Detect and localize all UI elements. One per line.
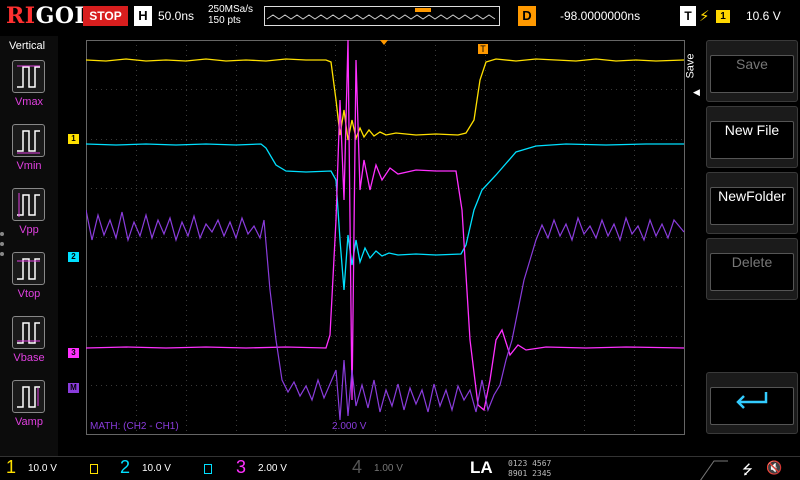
ch4-number: 4 xyxy=(352,457,363,477)
ch3-offset-marker[interactable]: 3 xyxy=(68,348,79,358)
math-scale-label: 2.000 V xyxy=(332,421,367,432)
menu-title: Save xyxy=(684,53,697,79)
measure-vmin[interactable]: Vmin xyxy=(0,124,58,186)
trigger-key[interactable]: T xyxy=(680,6,696,26)
ch1-offset-marker[interactable]: 1 xyxy=(68,134,79,144)
menu-return-icon: ◀ xyxy=(693,88,700,98)
usb-icon: ⭍ xyxy=(742,463,753,478)
ch3-number: 3 xyxy=(236,457,247,477)
ch2-number: 2 xyxy=(120,457,131,477)
soft-menu: Save ◀ Save New File NewFolder Delete xyxy=(684,36,800,456)
channel-status-bar: 1 10.0 V 2 10.0 V 3 2.00 V 4 1.00 V LA 0… xyxy=(0,456,800,480)
memory-depth: 150 pts xyxy=(208,15,241,26)
memory-overview-trace xyxy=(266,8,496,20)
measure-vamp[interactable]: Vamp xyxy=(0,380,58,442)
measure-vpp[interactable]: Vpp xyxy=(0,188,58,250)
new-file-button-label: New File xyxy=(710,121,794,159)
acquisition-info: 250MSa/s 150 pts xyxy=(208,4,253,26)
ch2-coupling-icon xyxy=(204,464,212,474)
measurement-panel-title: Vertical xyxy=(9,40,46,52)
measurement-panel: Vertical Vmax Vmin Vpp Vtop Vbase Vamp xyxy=(0,36,58,456)
ch3-status[interactable]: 3 2.00 V xyxy=(236,457,336,479)
ch2-offset-marker[interactable]: 2 xyxy=(68,252,79,262)
ch2-scale: 10.0 V xyxy=(142,463,171,474)
measure-label: Vtop xyxy=(17,288,41,300)
vmin-icon xyxy=(12,124,45,157)
menu-tab[interactable]: Save ◀ xyxy=(684,40,706,98)
new-folder-button[interactable]: NewFolder xyxy=(706,172,798,234)
math-offset-marker[interactable]: M xyxy=(68,383,79,393)
vamp-icon xyxy=(12,380,45,413)
ch4-scale: 1.00 V xyxy=(374,463,403,474)
save-button-label: Save xyxy=(710,55,794,93)
measure-label: Vmin xyxy=(16,160,42,172)
la-row-2: 8901 2345 xyxy=(508,469,552,478)
ch4-status[interactable]: 4 1.00 V xyxy=(352,457,452,479)
measure-label: Vamp xyxy=(15,416,43,428)
menu-notch-decoration xyxy=(700,460,728,480)
vmax-icon xyxy=(12,60,45,93)
enter-icon xyxy=(710,387,794,425)
la-label[interactable]: LA xyxy=(470,458,493,478)
trigger-level-marker[interactable]: T xyxy=(478,44,488,54)
measure-label: Vbase xyxy=(13,352,45,364)
ch3-scale: 2.00 V xyxy=(258,463,287,474)
speaker-off-icon[interactable]: 🔇 xyxy=(766,461,782,476)
trigger-delay-value: -98.0000000ns xyxy=(560,9,641,23)
timebase-value: 50.0ns xyxy=(158,9,195,23)
sample-rate: 250MSa/s xyxy=(208,4,254,15)
vtop-icon xyxy=(12,252,45,285)
ch1-scale: 10.0 V xyxy=(28,463,57,474)
vbase-icon xyxy=(12,316,45,349)
memory-window-marker xyxy=(415,8,431,12)
measure-vtop[interactable]: Vtop xyxy=(0,252,58,314)
delay-key[interactable]: D xyxy=(518,6,536,26)
top-status-bar: RIGOL STOP H 50.0ns 250MSa/s 150 pts D -… xyxy=(0,0,800,36)
enter-button[interactable] xyxy=(706,372,798,434)
measure-label: Vpp xyxy=(19,224,39,236)
ch1-status[interactable]: 1 10.0 V xyxy=(6,457,106,479)
new-folder-button-label: NewFolder xyxy=(710,187,794,225)
waveform-display[interactable]: T xyxy=(86,40,686,436)
la-channel-map: 0123 4567 8901 2345 xyxy=(508,459,551,479)
memory-waveform-overview[interactable] xyxy=(264,6,500,26)
delete-button-label: Delete xyxy=(710,253,794,291)
measure-vmax[interactable]: Vmax xyxy=(0,60,58,122)
math-expression-label: MATH: (CH2 - CH1) xyxy=(90,421,179,432)
ch1-coupling-icon xyxy=(90,464,98,474)
measure-vbase[interactable]: Vbase xyxy=(0,316,58,378)
delete-button[interactable]: Delete xyxy=(706,238,798,300)
rising-edge-icon: ⚡ xyxy=(699,7,710,25)
new-file-button[interactable]: New File xyxy=(706,106,798,168)
trigger-level: 10.6 V xyxy=(746,9,781,23)
ch2-status[interactable]: 2 10.0 V xyxy=(120,457,220,479)
save-button[interactable]: Save xyxy=(706,40,798,102)
la-row-1: 0123 4567 xyxy=(508,459,552,468)
run-stop-status[interactable]: STOP xyxy=(83,6,128,26)
vpp-icon xyxy=(12,188,45,221)
timebase-key[interactable]: H xyxy=(134,6,152,26)
ch1-number: 1 xyxy=(6,457,17,477)
trigger-source: 1 xyxy=(716,10,730,23)
measure-label: Vmax xyxy=(14,96,44,108)
brand-logo: RIGOL xyxy=(6,3,91,29)
trigger-marker-text: T xyxy=(480,44,486,54)
